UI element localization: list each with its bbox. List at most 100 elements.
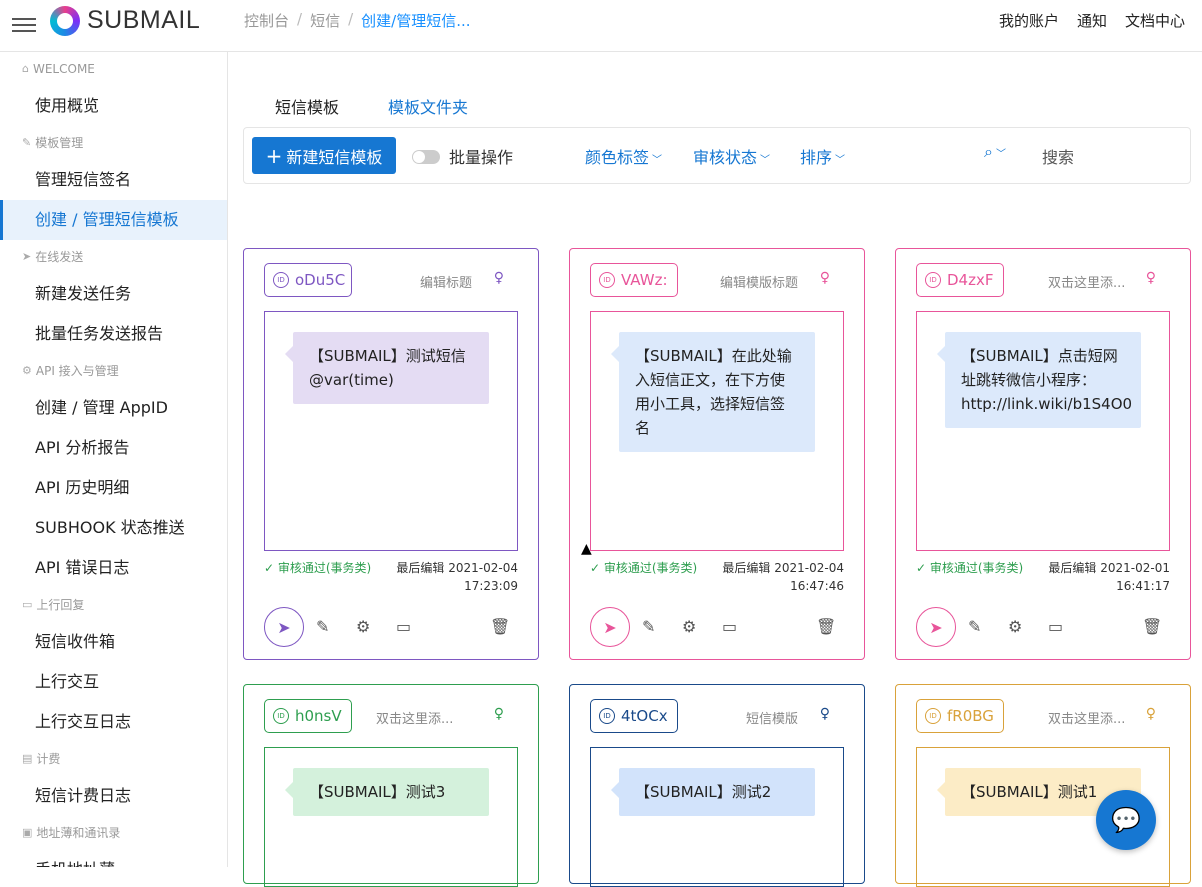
- sidebar-item-interaction-log[interactable]: 上行交互日志: [0, 702, 227, 742]
- review-status-filter[interactable]: 审核状态 ﹀: [693, 144, 770, 168]
- notifications-link[interactable]: 通知: [1077, 10, 1107, 31]
- sidebar: ⌂ WELCOME 使用概览 ✎ 模板管理 管理短信签名 创建 / 管理短信模板 ➤…: [0, 52, 228, 867]
- menu-icon[interactable]: [12, 14, 36, 34]
- bill-icon: ▤: [22, 752, 33, 765]
- review-status: ✓ 审核通过(事务类): [590, 561, 698, 575]
- template-id[interactable]: ID fR0BG: [916, 699, 1004, 733]
- template-id[interactable]: ID oDu5C: [264, 263, 352, 297]
- template-title[interactable]: 编辑模版标题: [720, 272, 798, 291]
- message-bubble: 【SUBMAIL】测试短信@var(time): [285, 332, 489, 404]
- id-icon: ID: [925, 272, 941, 288]
- folder-icon[interactable]: ▭: [1048, 617, 1063, 636]
- tab-template-folders[interactable]: 模板文件夹: [372, 88, 484, 129]
- template-id[interactable]: ID D4zxF: [916, 263, 1004, 297]
- chat-support-button[interactable]: 💬: [1096, 790, 1156, 850]
- message-preview: 【SUBMAIL】测试短信@var(time): [264, 311, 518, 551]
- pin-icon[interactable]: ♀: [820, 270, 830, 286]
- logo-icon[interactable]: [50, 6, 80, 36]
- tab-sms-templates[interactable]: 短信模板: [259, 88, 356, 129]
- send-button[interactable]: ➤: [264, 607, 304, 647]
- message-preview: 【SUBMAIL】测试2: [590, 747, 844, 887]
- sidebar-item-subhook[interactable]: SUBHOOK 状态推送: [0, 508, 227, 548]
- sidebar-item-api-analysis[interactable]: API 分析报告: [0, 428, 227, 468]
- top-links: 我的账户 通知 文档中心: [999, 10, 1185, 31]
- edit-icon[interactable]: ✎: [316, 617, 329, 636]
- template-card[interactable]: ID4tOCx短信模版♀【SUBMAIL】测试2 ➤✎⚙▭🗑: [569, 684, 865, 887]
- edit-icon[interactable]: ✎: [642, 617, 655, 636]
- template-card[interactable]: ID oDu5C 编辑标题 ♀ 【SUBMAIL】测试短信@var(time) ✓ 审核通…: [243, 248, 539, 660]
- id-icon: ID: [599, 708, 615, 724]
- check-icon: ✓: [916, 561, 930, 575]
- batch-label: 批量操作: [449, 148, 514, 167]
- chevron-down-icon: ﹀: [652, 155, 663, 166]
- pin-icon[interactable]: ♀: [494, 270, 504, 286]
- folder-icon[interactable]: ▭: [722, 617, 737, 636]
- check-icon: ✓: [264, 561, 278, 575]
- inbox-icon: ▭: [22, 598, 33, 611]
- sidebar-item-new-task[interactable]: 新建发送任务: [0, 274, 227, 314]
- sidebar-item-templates[interactable]: 创建 / 管理短信模板: [0, 200, 227, 240]
- template-card[interactable]: IDfR0BG双击这里添...♀【SUBMAIL】测试1 ➤✎⚙▭🗑: [895, 684, 1191, 887]
- pin-icon[interactable]: ♀: [494, 706, 504, 722]
- template-id[interactable]: ID 4tOCx: [590, 699, 678, 733]
- template-title[interactable]: 双击这里添...: [1048, 272, 1125, 291]
- sidebar-item-api-history[interactable]: API 历史明细: [0, 468, 227, 508]
- template-id[interactable]: ID VAWz:: [590, 263, 678, 297]
- logo-text[interactable]: SUBMAIL: [87, 6, 200, 35]
- sidebar-item-billing-log[interactable]: 短信计费日志: [0, 776, 227, 816]
- template-card[interactable]: ID D4zxF 双击这里添... ♀ 【SUBMAIL】点击短网址跳转微信小程序：ht…: [895, 248, 1191, 660]
- search-icon[interactable]: ⌕ ﹀: [984, 142, 1006, 162]
- message-preview: 【SUBMAIL】在此处输入短信正文，在下方使用小工具，选择短信签名: [590, 311, 844, 551]
- folder-icon[interactable]: ▭: [396, 617, 411, 636]
- send-button[interactable]: ➤: [916, 607, 956, 647]
- last-edited: 最后编辑 2021-02-04 16:47:46: [722, 561, 844, 593]
- sidebar-item-overview[interactable]: 使用概览: [0, 86, 227, 126]
- trash-icon[interactable]: 🗑: [1142, 617, 1162, 636]
- tab-bar: 短信模板 模板文件夹: [259, 88, 484, 129]
- sort-filter[interactable]: 排序 ﹀: [800, 144, 845, 168]
- edit-icon[interactable]: ✎: [968, 617, 981, 636]
- breadcrumb: 控制台 / 短信 / 创建/管理短信...: [244, 10, 471, 31]
- batch-toggle[interactable]: [412, 150, 440, 164]
- chevron-down-icon: ﹀: [760, 155, 771, 166]
- gear-icon[interactable]: ⚙: [682, 617, 696, 636]
- new-template-button[interactable]: + 新建短信模板: [252, 137, 396, 174]
- search-input[interactable]: 搜索: [1042, 144, 1074, 168]
- pin-icon[interactable]: ♀: [1146, 270, 1156, 286]
- sidebar-item-address-book[interactable]: 手机地址薄: [0, 850, 227, 867]
- sidebar-item-inbox[interactable]: 短信收件箱: [0, 622, 227, 662]
- breadcrumb-sms[interactable]: 短信: [310, 10, 340, 31]
- gear-icon[interactable]: ⚙: [1008, 617, 1022, 636]
- color-tag-filter[interactable]: 颜色标签 ﹀: [585, 144, 662, 168]
- check-icon: ✓: [590, 561, 604, 575]
- pin-icon[interactable]: ♀: [1146, 706, 1156, 722]
- my-account-link[interactable]: 我的账户: [999, 10, 1059, 31]
- template-card[interactable]: ID VAWz: 编辑模版标题 ♀ 【SUBMAIL】在此处输入短信正文，在下方使用小工…: [569, 248, 865, 660]
- trash-icon[interactable]: 🗑: [490, 617, 510, 636]
- sidebar-item-signatures[interactable]: 管理短信签名: [0, 160, 227, 200]
- plus-icon: +: [265, 143, 283, 168]
- template-title[interactable]: 短信模版: [746, 708, 798, 727]
- template-title[interactable]: 编辑标题: [420, 272, 472, 291]
- sidebar-section-send: ➤ 在线发送: [0, 240, 227, 274]
- sidebar-item-batch-report[interactable]: 批量任务发送报告: [0, 314, 227, 354]
- sidebar-item-interaction[interactable]: 上行交互: [0, 662, 227, 702]
- id-icon: ID: [273, 272, 289, 288]
- mouse-cursor-icon: ▲: [581, 541, 592, 557]
- send-button[interactable]: ➤: [590, 607, 630, 647]
- gear-icon[interactable]: ⚙: [356, 617, 370, 636]
- pin-icon[interactable]: ♀: [820, 706, 830, 722]
- breadcrumb-console[interactable]: 控制台: [244, 10, 289, 31]
- template-title[interactable]: 双击这里添...: [1048, 708, 1125, 727]
- paper-plane-icon: ➤: [603, 617, 617, 637]
- template-title[interactable]: 双击这里添...: [376, 708, 453, 727]
- sidebar-item-api-errors[interactable]: API 错误日志: [0, 548, 227, 588]
- sidebar-item-appid[interactable]: 创建 / 管理 AppID: [0, 388, 227, 428]
- docs-link[interactable]: 文档中心: [1125, 10, 1185, 31]
- template-card[interactable]: IDh0nsV双击这里添...♀【SUBMAIL】测试3 ➤✎⚙▭🗑: [243, 684, 539, 887]
- template-id[interactable]: ID h0nsV: [264, 699, 352, 733]
- sidebar-section-welcome: ⌂ WELCOME: [0, 52, 227, 86]
- message-bubble: 【SUBMAIL】测试3: [285, 768, 489, 816]
- trash-icon[interactable]: 🗑: [816, 617, 836, 636]
- pencil-icon: ✎: [22, 136, 32, 149]
